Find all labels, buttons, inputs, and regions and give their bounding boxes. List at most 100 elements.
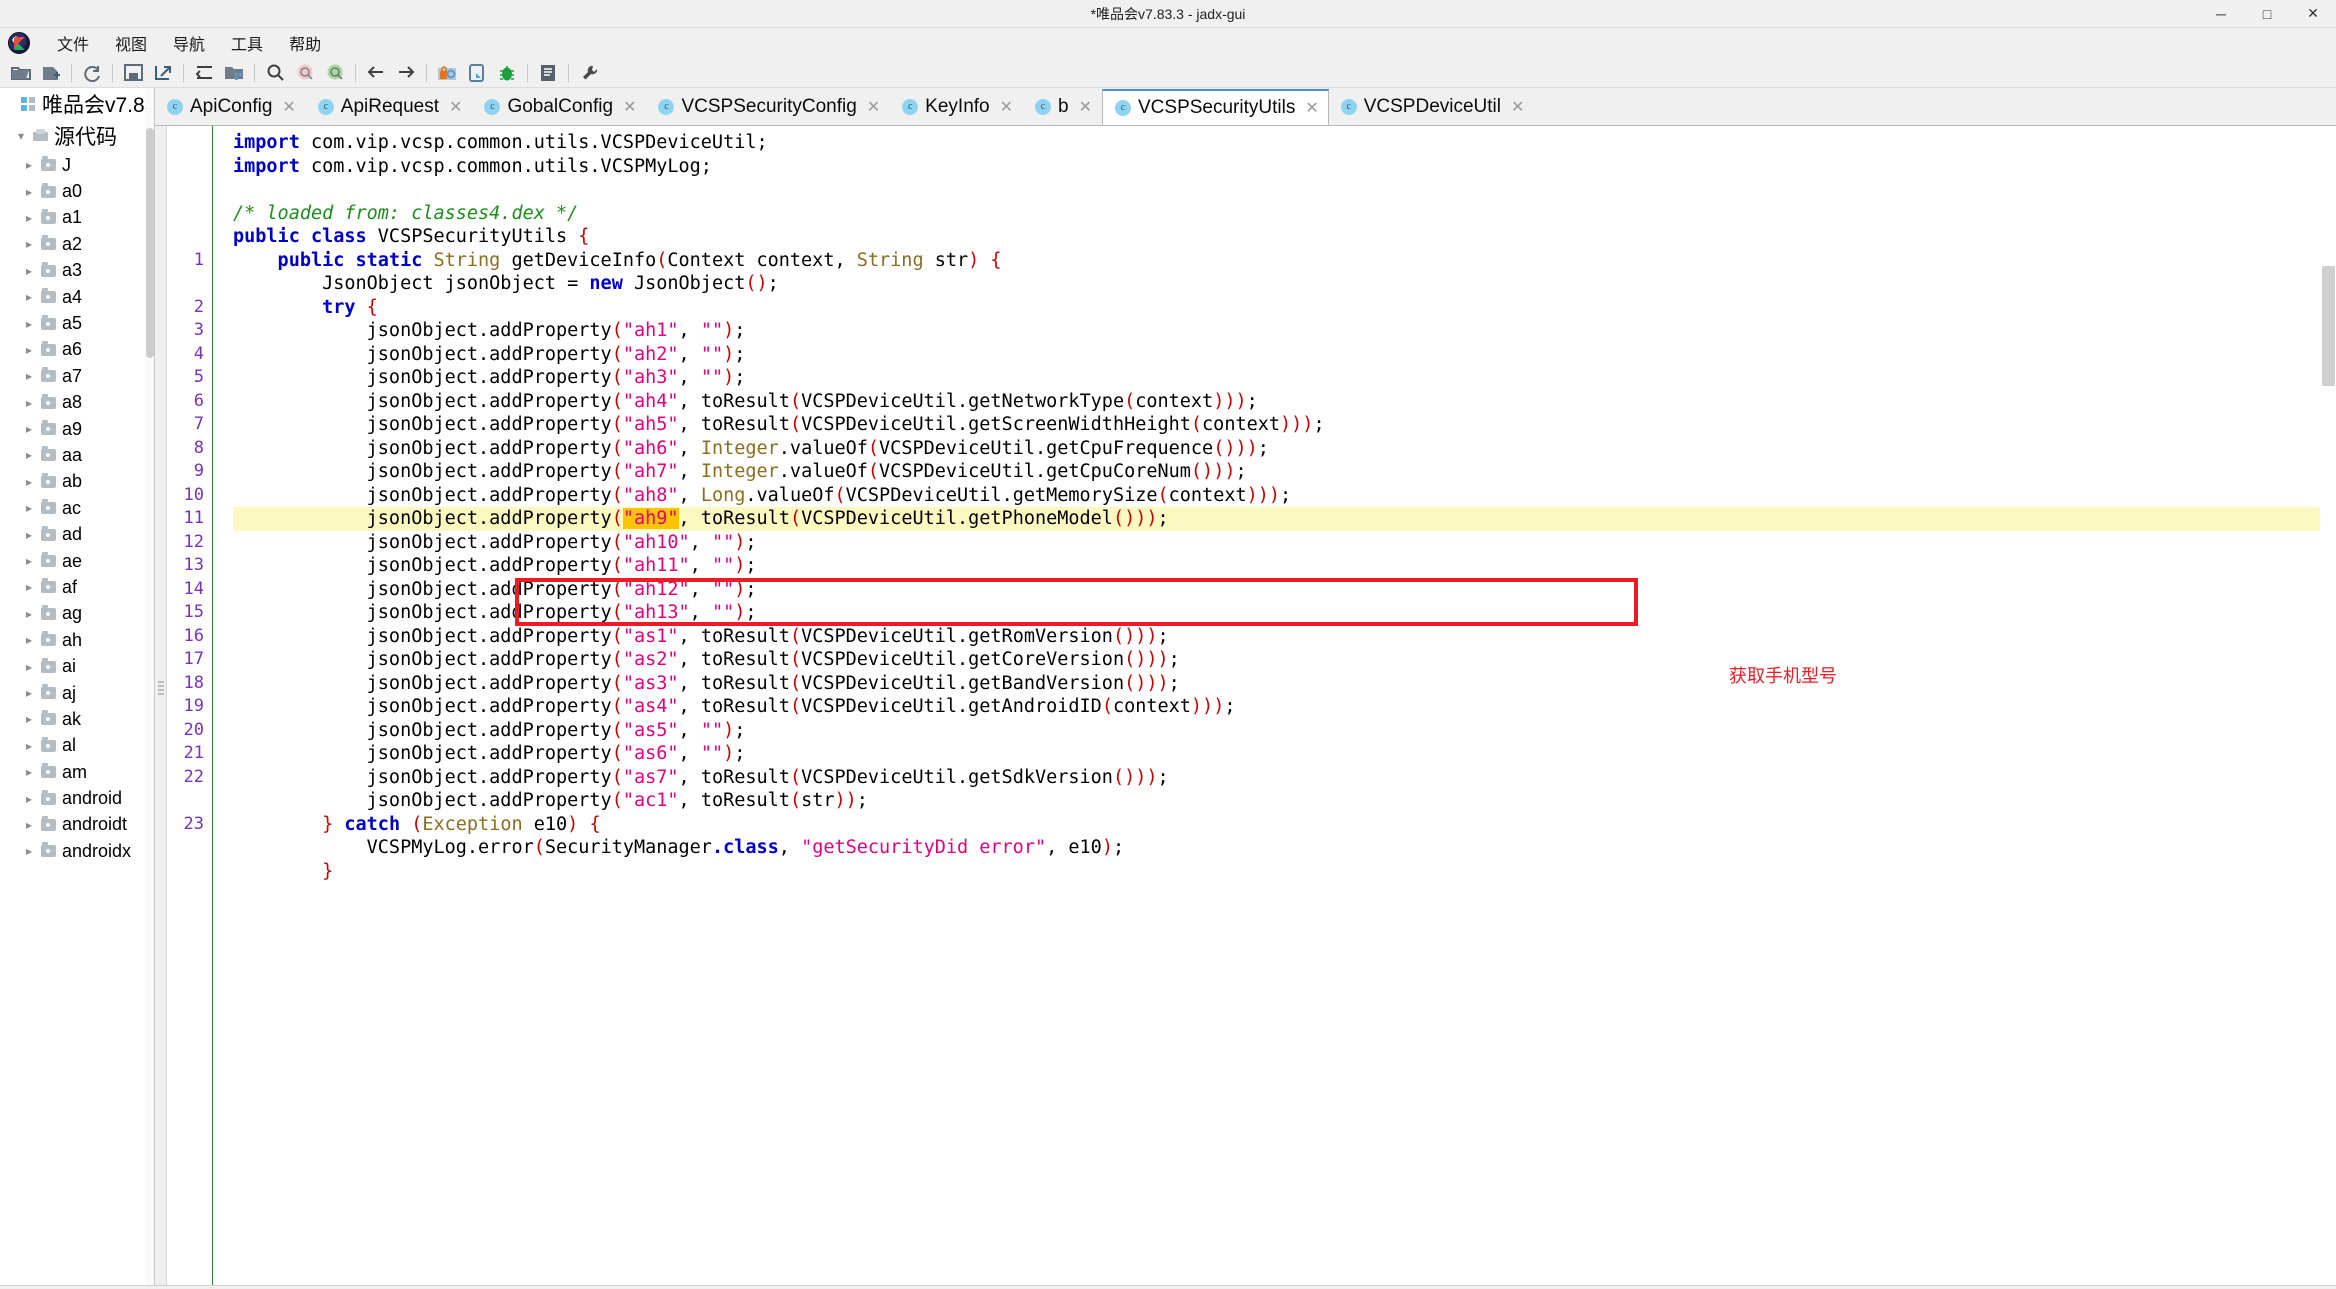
code-line[interactable]: jsonObject.addProperty("ah6", Integer.va… [233, 437, 2336, 461]
editor-vertical-scrollbar[interactable] [2320, 126, 2336, 1285]
chevron-right-icon[interactable]: ▸ [20, 554, 38, 568]
tab-close-icon[interactable]: ✕ [623, 97, 636, 117]
code-line[interactable]: jsonObject.addProperty("ah2", ""); [233, 343, 2336, 367]
chevron-right-icon[interactable]: ▸ [20, 739, 38, 753]
code-line[interactable]: jsonObject.addProperty("as5", ""); [233, 719, 2336, 743]
tab-close-icon[interactable]: ✕ [1305, 98, 1318, 118]
code-line[interactable]: jsonObject.addProperty("ah3", ""); [233, 366, 2336, 390]
chevron-right-icon[interactable]: ▸ [20, 343, 38, 357]
code-line[interactable]: jsonObject.addProperty("ah13", ""); [233, 601, 2336, 625]
chevron-right-icon[interactable]: ▸ [20, 660, 38, 674]
chevron-right-icon[interactable]: ▸ [20, 712, 38, 726]
chevron-right-icon[interactable]: ▸ [20, 211, 38, 225]
code-line[interactable]: jsonObject.addProperty("as7", toResult(V… [233, 766, 2336, 790]
logs-icon[interactable] [533, 60, 563, 86]
tab-ApiRequest[interactable]: ApiRequest ✕ [306, 88, 473, 125]
tab-close-icon[interactable]: ✕ [1000, 97, 1013, 117]
open-project-icon[interactable] [219, 60, 249, 86]
code-line[interactable]: import com.vip.vcsp.common.utils.VCSPMyL… [233, 155, 2336, 179]
chevron-right-icon[interactable]: ▸ [20, 396, 38, 410]
tree-node-a0[interactable]: ▸ a0 [20, 178, 154, 204]
source-code[interactable]: import com.vip.vcsp.common.utils.VCSPDev… [213, 126, 2336, 1285]
tree-node-J[interactable]: ▸ J [20, 152, 154, 178]
sidebar-scroll-thumb[interactable] [146, 128, 154, 358]
tab-close-icon[interactable]: ✕ [282, 97, 295, 117]
deobfuscation-icon[interactable] [432, 60, 462, 86]
tree-node-ac[interactable]: ▸ ac [20, 495, 154, 521]
tree-node-a2[interactable]: ▸ a2 [20, 231, 154, 257]
tree-node-a8[interactable]: ▸ a8 [20, 390, 154, 416]
code-line[interactable]: jsonObject.addProperty("ah10", ""); [233, 531, 2336, 555]
tree-node-ab[interactable]: ▸ ab [20, 469, 154, 495]
tree-node-af[interactable]: ▸ af [20, 574, 154, 600]
code-line-highlighted[interactable]: jsonObject.addProperty("ah9", toResult(V… [233, 507, 2336, 531]
tree-node-a3[interactable]: ▸ a3 [20, 258, 154, 284]
tree-node-a4[interactable]: ▸ a4 [20, 284, 154, 310]
code-line[interactable]: jsonObject.addProperty("ah1", ""); [233, 319, 2336, 343]
tab-close-icon[interactable]: ✕ [867, 97, 880, 117]
chevron-right-icon[interactable]: ▸ [20, 185, 38, 199]
tab-VCSPDeviceUtil[interactable]: VCSPDeviceUtil ✕ [1329, 88, 1535, 125]
decompile-icon[interactable] [462, 60, 492, 86]
chevron-right-icon[interactable]: ▸ [20, 633, 38, 647]
code-line[interactable]: JsonObject jsonObject = new JsonObject()… [233, 272, 2336, 296]
tree-node-android[interactable]: ▸ android [20, 785, 154, 811]
export-gradle-icon[interactable] [148, 60, 178, 86]
tab-close-icon[interactable]: ✕ [1511, 97, 1524, 117]
menu-tools[interactable]: 工具 [218, 29, 276, 57]
tree-node-aj[interactable]: ▸ aj [20, 680, 154, 706]
chevron-right-icon[interactable]: ▸ [20, 765, 38, 779]
chevron-right-icon[interactable]: ▸ [20, 528, 38, 542]
chevron-right-icon[interactable]: ▸ [20, 448, 38, 462]
tree-node-ah[interactable]: ▸ ah [20, 627, 154, 653]
code-line[interactable]: jsonObject.addProperty("as6", ""); [233, 742, 2336, 766]
menu-view[interactable]: 视图 [102, 29, 160, 57]
chevron-right-icon[interactable]: ▸ [20, 792, 38, 806]
sync-icon[interactable] [189, 60, 219, 86]
tree-node-ae[interactable]: ▸ ae [20, 548, 154, 574]
search-resource-icon[interactable] [320, 60, 350, 86]
code-line[interactable]: VCSPMyLog.error(SecurityManager.class, "… [233, 836, 2336, 860]
tree-node-ai[interactable]: ▸ ai [20, 653, 154, 679]
chevron-right-icon[interactable]: ▸ [20, 264, 38, 278]
tree-node-ad[interactable]: ▸ ad [20, 521, 154, 547]
chevron-right-icon[interactable]: ▸ [20, 317, 38, 331]
preferences-icon[interactable] [574, 60, 604, 86]
search-icon[interactable] [260, 60, 290, 86]
tree-node-al[interactable]: ▸ al [20, 733, 154, 759]
forward-icon[interactable] [391, 60, 421, 86]
code-line[interactable]: try { [233, 296, 2336, 320]
chevron-right-icon[interactable]: ▸ [20, 818, 38, 832]
tab-GobalConfig[interactable]: GobalConfig ✕ [472, 88, 646, 125]
chevron-right-icon[interactable]: ▸ [20, 580, 38, 594]
tree-node-androidt[interactable]: ▸ androidt [20, 812, 154, 838]
code-line[interactable]: public class VCSPSecurityUtils { [233, 225, 2336, 249]
code-line[interactable]: jsonObject.addProperty("ah5", toResult(V… [233, 413, 2336, 437]
open-file-icon[interactable] [6, 60, 36, 86]
tree-source-node[interactable]: ▾ 源代码 [0, 120, 154, 152]
tab-KeyInfo[interactable]: KeyInfo ✕ [890, 88, 1023, 125]
chevron-right-icon[interactable]: ▸ [20, 237, 38, 251]
code-line[interactable]: public static String getDeviceInfo(Conte… [233, 249, 2336, 273]
tree-node-a7[interactable]: ▸ a7 [20, 363, 154, 389]
tab-b[interactable]: b✕ [1023, 88, 1102, 125]
tree-node-aa[interactable]: ▸ aa [20, 442, 154, 468]
code-line[interactable]: jsonObject.addProperty("as4", toResult(V… [233, 695, 2336, 719]
code-line[interactable]: import com.vip.vcsp.common.utils.VCSPDev… [233, 131, 2336, 155]
code-line[interactable]: /* loaded from: classes4.dex */ [233, 202, 2336, 226]
tree-node-ak[interactable]: ▸ ak [20, 706, 154, 732]
menu-navigation[interactable]: 导航 [160, 29, 218, 57]
close-button[interactable]: ✕ [2290, 0, 2336, 28]
tree-root[interactable]: 唯品会v7.83 [0, 88, 154, 120]
chevron-right-icon[interactable]: ▸ [20, 422, 38, 436]
tab-VCSPSecurityConfig[interactable]: VCSPSecurityConfig ✕ [646, 88, 890, 125]
tab-close-icon[interactable]: ✕ [449, 97, 462, 117]
code-line[interactable]: } catch (Exception e10) { [233, 813, 2336, 837]
tree-node-a9[interactable]: ▸ a9 [20, 416, 154, 442]
file-tree-sidebar[interactable]: 唯品会v7.83 ▾ 源代码 ▸ J ▸ a0 ▸ a1 ▸ a2 ▸ a3 ▸ a4 ▸ a5 ▸ a6 ▸ a… [0, 88, 155, 1285]
code-line[interactable]: jsonObject.addProperty("as1", toResult(V… [233, 625, 2336, 649]
chevron-right-icon[interactable]: ▸ [20, 369, 38, 383]
code-line[interactable]: jsonObject.addProperty("as3", toResult(V… [233, 672, 2336, 696]
editor-scroll-thumb[interactable] [2322, 266, 2335, 386]
drag-handle-icon[interactable] [158, 681, 164, 697]
